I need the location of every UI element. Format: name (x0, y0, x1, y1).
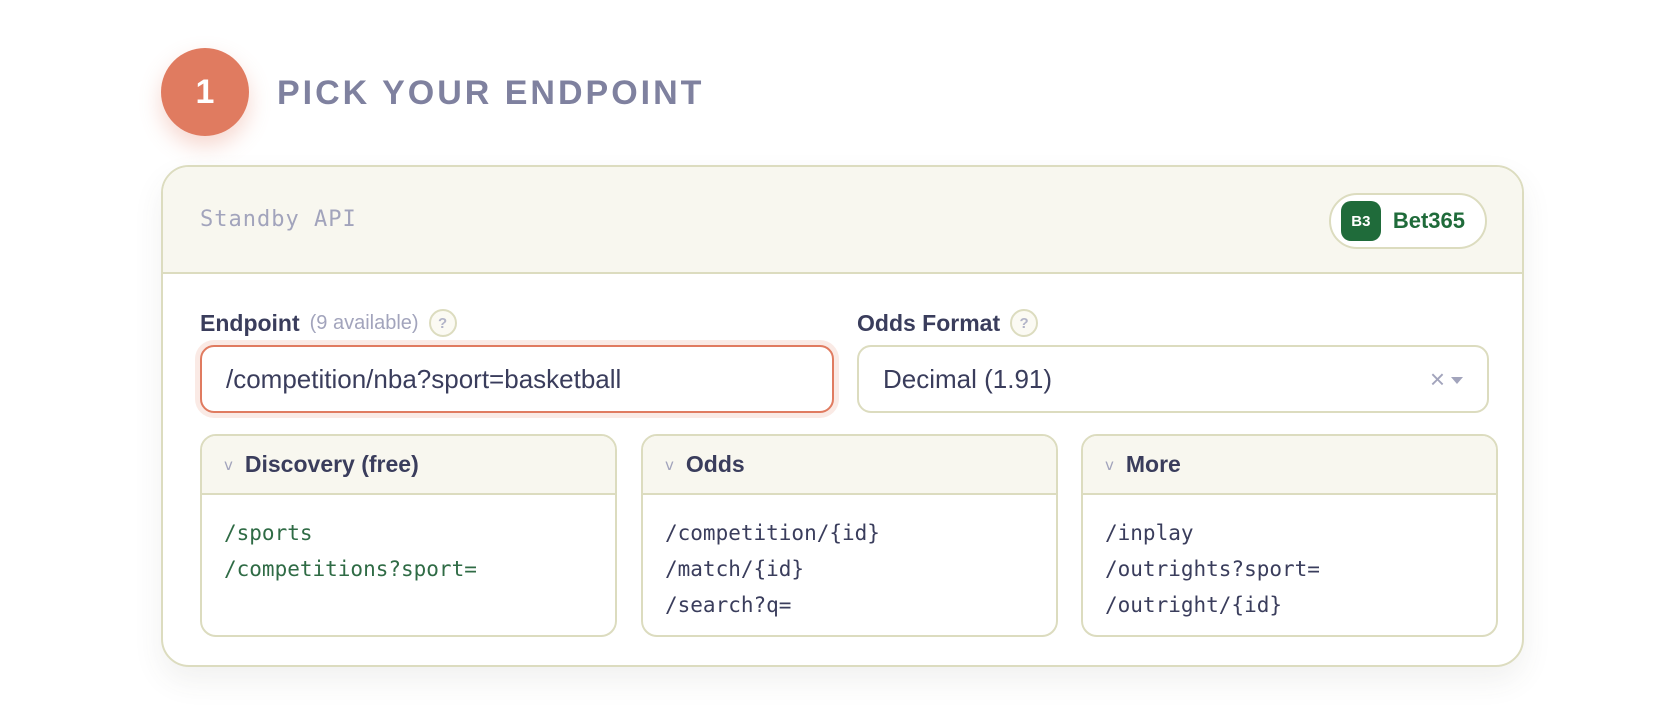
api-name: Standby API (200, 207, 357, 232)
odds-format-value: Decimal (1.91) (883, 363, 1053, 394)
odds-format-select[interactable]: Decimal (1.91) × (857, 345, 1489, 413)
endpoint-label: Endpoint (200, 309, 300, 336)
clear-icon[interactable]: × (1430, 366, 1445, 392)
card-header: Standby API B3 Bet365 (163, 167, 1522, 274)
odds-format-label-row: Odds Format ? (857, 309, 1039, 337)
endpoint-count-hint: (9 available) (309, 311, 419, 334)
provider-name: Bet365 (1392, 208, 1465, 233)
endpoint-label-row: Endpoint (9 available) ? (200, 309, 457, 337)
route-item[interactable]: /competitions?sport= (224, 551, 593, 587)
route-item[interactable]: /inplay (1105, 515, 1474, 551)
route-item[interactable]: /match/{id} (665, 551, 1034, 587)
route-item[interactable]: /outright/{id} (1105, 587, 1474, 623)
route-item[interactable]: /search?q= (665, 587, 1034, 623)
endpoint-card: Standby API B3 Bet365 Endpoint (9 availa… (161, 165, 1524, 667)
endpoint-input-value: /competition/nba?sport=basketball (226, 363, 622, 394)
group-header[interactable]: v Discovery (free) (202, 436, 615, 495)
step-number-badge: 1 (161, 48, 249, 136)
group-title: Odds (685, 451, 745, 477)
bet365-logo-icon: B3 (1340, 201, 1381, 241)
group-title: Discovery (free) (244, 451, 419, 477)
step-title: PICK YOUR ENDPOINT (277, 74, 705, 112)
route-item[interactable]: /competition/{id} (665, 515, 1034, 551)
group-header[interactable]: v More (1083, 436, 1496, 495)
group-title: More (1125, 451, 1181, 477)
odds-format-help-icon[interactable]: ? (1010, 309, 1039, 337)
provider-selector[interactable]: B3 Bet365 (1328, 193, 1487, 249)
chevron-down-icon: v (1105, 455, 1114, 474)
route-group-odds: v Odds /competition/{id} /match/{id} /se… (641, 434, 1058, 637)
route-item[interactable]: /outrights?sport= (1105, 551, 1474, 587)
endpoint-help-icon[interactable]: ? (428, 309, 457, 337)
group-header[interactable]: v Odds (643, 436, 1056, 495)
chevron-down-icon: v (665, 455, 674, 474)
route-group-discovery: v Discovery (free) /sports /competitions… (200, 434, 617, 637)
odds-format-label: Odds Format (857, 309, 1001, 336)
route-group-more: v More /inplay /outrights?sport= /outrig… (1081, 434, 1498, 637)
route-item[interactable]: /sports (224, 515, 593, 551)
chevron-down-icon[interactable] (1451, 377, 1463, 384)
chevron-down-icon: v (224, 455, 233, 474)
endpoint-input[interactable]: /competition/nba?sport=basketball (200, 345, 834, 413)
